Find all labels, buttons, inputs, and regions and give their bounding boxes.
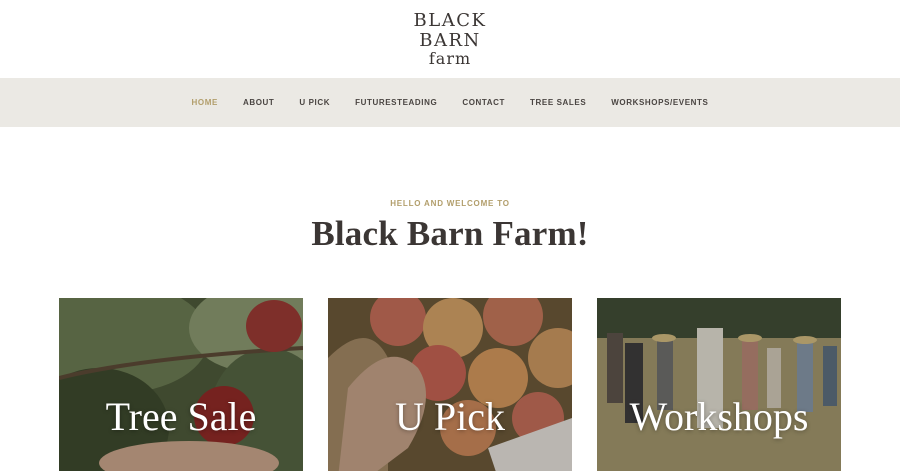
nav-workshops-events[interactable]: WORKSHOPS/EVENTS <box>611 98 708 107</box>
site-logo[interactable]: BLACK BARN farm <box>413 9 487 68</box>
logo-line-farm: farm <box>428 48 472 68</box>
workshops-photo <box>597 298 841 471</box>
welcome-title: Black Barn Farm! <box>311 214 589 253</box>
site-header: BLACK BARN farm <box>0 0 900 78</box>
welcome-section: HELLO AND WELCOME TO Black Barn Farm! <box>0 199 900 254</box>
nav-futuresteading[interactable]: FUTURESTEADING <box>355 98 437 107</box>
nav-about[interactable]: ABOUT <box>243 98 274 107</box>
workshops-label: Workshops <box>629 394 809 439</box>
tree-sale-photo <box>59 298 303 471</box>
feature-cards: Tree Sale U Pick Workshops <box>59 298 841 471</box>
main-nav: HOME ABOUT U PICK FUTURESTEADING CONTACT… <box>0 78 900 127</box>
workshops-card[interactable]: Workshops <box>597 298 841 471</box>
nav-u-pick[interactable]: U PICK <box>299 98 330 107</box>
tree-sale-card[interactable]: Tree Sale <box>59 298 303 471</box>
nav-home[interactable]: HOME <box>192 98 218 107</box>
u-pick-photo <box>328 298 572 471</box>
logo-line-black: BLACK <box>413 9 487 31</box>
nav-tree-sales[interactable]: TREE SALES <box>530 98 586 107</box>
tree-sale-label: Tree Sale <box>105 394 257 439</box>
nav-contact[interactable]: CONTACT <box>462 98 505 107</box>
welcome-eyebrow: HELLO AND WELCOME TO <box>390 199 510 208</box>
u-pick-label: U Pick <box>395 394 505 439</box>
u-pick-card[interactable]: U Pick <box>328 298 572 471</box>
logo-line-barn: BARN <box>419 29 481 51</box>
